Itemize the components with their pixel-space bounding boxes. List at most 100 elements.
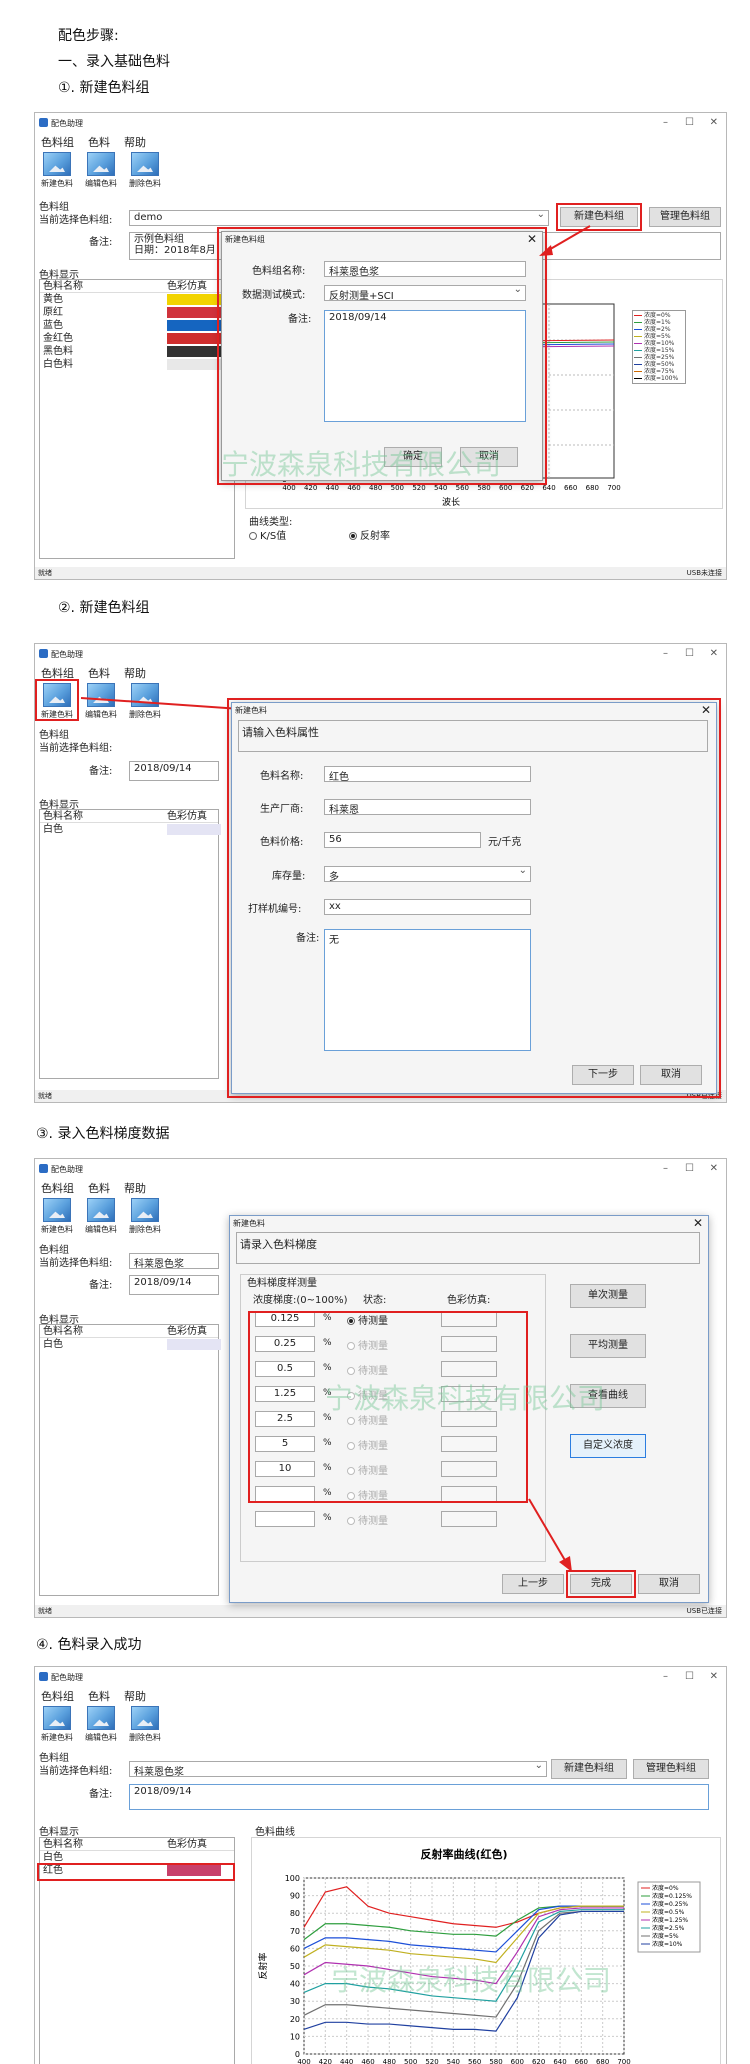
y-tick-label: 10 xyxy=(290,2032,300,2041)
prev-button[interactable]: 上一步 xyxy=(502,1574,564,1594)
single-measure-button[interactable]: 单次测量 xyxy=(570,1284,646,1308)
ks-radio[interactable]: K/S值 xyxy=(249,527,286,542)
minimize-button[interactable]: – xyxy=(663,1671,668,1682)
legend: 浓度=0% 浓度=1% 浓度=2% 浓度=5% 浓度=10% 浓度=15% 浓度=25% 浓度… xyxy=(632,310,686,384)
maximize-button[interactable]: ☐ xyxy=(685,1671,694,1682)
x-tick-label: 700 xyxy=(617,2058,630,2064)
menu-help[interactable]: 帮助 xyxy=(124,667,146,680)
new-pigment-button[interactable]: 新建色料 xyxy=(35,152,79,189)
menu-help[interactable]: 帮助 xyxy=(124,1182,146,1195)
new-pigment-button[interactable]: 新建色料 xyxy=(35,1706,79,1743)
legend-item: 浓度=0.25% xyxy=(652,1900,688,1908)
list-item[interactable]: 蓝色 xyxy=(40,319,234,332)
pigment-name: 蓝色 xyxy=(43,320,63,331)
menu-pigment-group[interactable]: 色料组 xyxy=(41,1182,74,1195)
x-tick-label: 560 xyxy=(456,484,469,492)
custom-concentration-button[interactable]: 自定义浓度 xyxy=(570,1434,646,1458)
edit-pigment-button[interactable]: 编辑色料 xyxy=(79,1706,123,1743)
image-icon xyxy=(43,1198,71,1222)
app-icon xyxy=(39,118,48,127)
delete-pigment-button[interactable]: 删除色料 xyxy=(123,152,167,189)
menu-help[interactable]: 帮助 xyxy=(124,1690,146,1703)
watermark: 宁波森泉科技有限公司 xyxy=(325,1382,606,1415)
y-tick-label: 30 xyxy=(290,1997,300,2006)
legend-item: 浓度=75% xyxy=(634,368,684,375)
list-item[interactable]: 白色料 xyxy=(40,358,234,371)
concentration-input[interactable] xyxy=(255,1511,315,1527)
remark-field[interactable]: 2018/09/14 xyxy=(129,761,219,781)
menu-bar: 色料组 色料 帮助 xyxy=(41,1180,160,1196)
delete-pigment-button[interactable]: 删除色料 xyxy=(123,1706,167,1743)
image-icon xyxy=(87,1198,115,1222)
new-group-button[interactable]: 新建色料组 xyxy=(551,1759,627,1779)
list-item[interactable]: 白色 xyxy=(40,823,221,836)
state-radio[interactable]: 待测量 xyxy=(347,1512,388,1527)
maximize-button[interactable]: ☐ xyxy=(685,648,694,659)
minimize-button[interactable]: – xyxy=(663,117,668,128)
pigment-list[interactable]: 色料名称 色彩仿真 白色 xyxy=(39,1324,221,1596)
menu-pigment[interactable]: 色料 xyxy=(88,1182,110,1195)
close-button[interactable]: ✕ xyxy=(710,117,718,128)
remark-field[interactable]: 2018/09/14 xyxy=(129,1275,219,1295)
list-item[interactable]: 原红 xyxy=(40,306,234,319)
new-pigment-button[interactable]: 新建色料 xyxy=(35,1198,79,1235)
y-tick-label: 70 xyxy=(290,1927,300,1936)
x-tick-label: 440 xyxy=(326,484,339,492)
list-header: 色料名称 色彩仿真 xyxy=(40,810,218,823)
x-tick-label: 440 xyxy=(340,2058,353,2064)
reflectance-radio[interactable]: 反射率 xyxy=(349,527,390,542)
menu-pigment[interactable]: 色料 xyxy=(88,1690,110,1703)
menu-pigment[interactable]: 色料 xyxy=(88,136,110,149)
window-title: 配色助理 xyxy=(51,650,83,659)
edit-pigment-button[interactable]: 编辑色料 xyxy=(79,1198,123,1235)
close-button[interactable]: ✕ xyxy=(710,1163,718,1174)
highlight-box xyxy=(227,698,721,1098)
menu-bar: 色料组 色料 帮助 xyxy=(41,1688,160,1704)
list-item[interactable]: 金红色 xyxy=(40,332,234,345)
pigment-name: 白色料 xyxy=(43,359,73,370)
list-item[interactable]: 黑色料 xyxy=(40,345,234,358)
group-select[interactable]: 科莱恩色浆 xyxy=(129,1253,219,1269)
remark-label: 备注: xyxy=(89,1789,113,1800)
x-tick-label: 400 xyxy=(282,484,295,492)
y-tick-label: 50 xyxy=(290,1962,300,1971)
pigment-list[interactable]: 色料名称 色彩仿真 白色 xyxy=(39,809,221,1079)
window-title: 配色助理 xyxy=(51,119,83,128)
group-select[interactable]: 科莱恩色浆 xyxy=(129,1761,547,1777)
pigment-list[interactable]: 色料名称 色彩仿真 黄色 原红 蓝色 金红色 黑色料 白色料 xyxy=(39,279,235,559)
app-icon xyxy=(39,1672,48,1681)
average-measure-button[interactable]: 平均测量 xyxy=(570,1334,646,1358)
group-select[interactable]: demo xyxy=(129,210,549,226)
app-window-1: 配色助理 – ☐ ✕ 色料组 色料 帮助 新建色料 编辑色料 删除色料 色料组 当前… xyxy=(34,112,727,580)
remark-label: 备注: xyxy=(89,1280,113,1291)
dialog-close-button[interactable]: ✕ xyxy=(693,1216,703,1230)
close-button[interactable]: ✕ xyxy=(710,1671,718,1682)
manage-group-button[interactable]: 管理色料组 xyxy=(649,207,721,227)
edit-pigment-button[interactable]: 编辑色料 xyxy=(79,152,123,189)
cancel-button[interactable]: 取消 xyxy=(638,1574,700,1594)
list-item[interactable]: 白色 xyxy=(40,1338,221,1351)
maximize-button[interactable]: ☐ xyxy=(685,117,694,128)
remark-field[interactable]: 2018/09/14 xyxy=(129,1784,709,1810)
menu-pigment-group[interactable]: 色料组 xyxy=(41,1690,74,1703)
menu-help[interactable]: 帮助 xyxy=(124,136,146,149)
maximize-button[interactable]: ☐ xyxy=(685,1163,694,1174)
menu-pigment-group[interactable]: 色料组 xyxy=(41,136,74,149)
menu-pigment[interactable]: 色料 xyxy=(88,667,110,680)
minimize-button[interactable]: – xyxy=(663,1163,668,1174)
list-item[interactable]: 黄色 xyxy=(40,293,234,306)
close-button[interactable]: ✕ xyxy=(710,648,718,659)
app-icon xyxy=(39,1164,48,1173)
x-tick-label: 420 xyxy=(304,484,317,492)
manage-group-button[interactable]: 管理色料组 xyxy=(633,1759,709,1779)
minimize-button[interactable]: – xyxy=(663,648,668,659)
x-tick-label: 500 xyxy=(391,484,404,492)
x-tick-label: 540 xyxy=(447,2058,460,2064)
y-tick-label: 80 xyxy=(290,1909,300,1918)
color-swatch xyxy=(167,346,221,357)
color-swatch xyxy=(167,1852,221,1863)
delete-pigment-button[interactable]: 删除色料 xyxy=(123,1198,167,1235)
y-tick-label: 60 xyxy=(290,1944,300,1953)
highlight-box xyxy=(37,1863,235,1881)
legend-item: 浓度=5% xyxy=(634,333,684,340)
